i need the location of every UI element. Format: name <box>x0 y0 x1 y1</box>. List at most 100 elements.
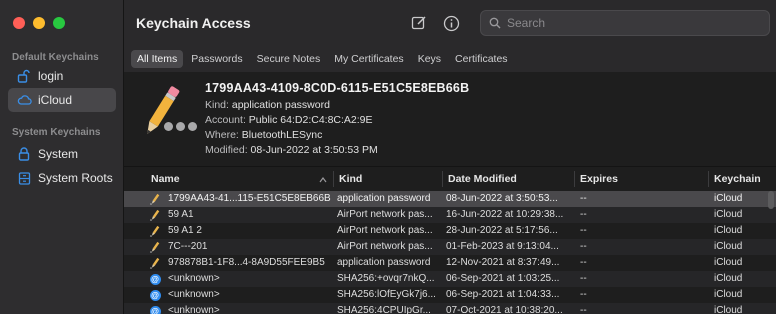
tab-all-items[interactable]: All Items <box>131 50 184 68</box>
vertical-scrollbar[interactable] <box>768 191 774 209</box>
cell-name: 7C---201 <box>168 241 208 252</box>
sidebar-item-login[interactable]: login <box>8 64 116 88</box>
cell-keychain: iCloud <box>714 257 743 268</box>
cell-date-modified: 01-Feb-2023 at 9:13:04... <box>446 241 559 252</box>
sidebar: Default Keychains login iCloud System Ke… <box>0 0 124 314</box>
key-icon <box>149 209 161 221</box>
key-icon <box>149 193 161 205</box>
table-row[interactable]: @ <unknown> SHA256:4CPUIpGr... 07-Oct-2021 … <box>124 303 776 314</box>
cell-kind: SHA256:4CPUIpGr... <box>337 305 431 314</box>
cell-kind: SHA256:lOfEyGk7j6... <box>337 289 436 300</box>
cell-kind: AirPort network pas... <box>337 241 433 252</box>
key-icon <box>149 257 161 269</box>
minimize-button[interactable] <box>33 17 45 29</box>
item-account: Account: Public 64:D2:C4:8C:A2:9E <box>205 114 373 126</box>
cell-date-modified: 28-Jun-2022 at 5:17:56... <box>446 225 558 236</box>
items-table: 1799AA43-41...115-E51C5E8EB66B applicatio… <box>124 191 776 314</box>
tab-certificates[interactable]: Certificates <box>449 50 514 68</box>
cabinet-icon <box>16 170 32 186</box>
item-kind: Kind: application password <box>205 99 330 111</box>
sidebar-item-system-roots[interactable]: System Roots <box>8 166 116 190</box>
item-detail-pane: 1799AA43-4109-8C0D-6115-E51C5E8EB66B Kin… <box>124 72 776 164</box>
cell-expires: -- <box>580 193 587 204</box>
table-row[interactable]: 978878B1-1F8...4-8A9D55FEE9B5 application… <box>124 255 776 271</box>
key-icon <box>149 225 161 237</box>
cell-expires: -- <box>580 305 587 314</box>
sidebar-item-label: iCloud <box>38 93 73 107</box>
cell-expires: -- <box>580 225 587 236</box>
table-row[interactable]: @ <unknown> SHA256:lOfEyGk7j6... 06-Sep-202… <box>124 287 776 303</box>
cell-expires: -- <box>580 257 587 268</box>
cell-name: 59 A1 <box>168 209 194 220</box>
cell-keychain: iCloud <box>714 225 743 236</box>
cell-keychain: iCloud <box>714 305 743 314</box>
column-expires[interactable]: Expires <box>580 173 618 185</box>
table-row[interactable]: 59 A1 AirPort network pas... 16-Jun-2022 a… <box>124 207 776 223</box>
cloud-icon <box>16 92 32 108</box>
key-icon <box>149 241 161 253</box>
tab-passwords[interactable]: Passwords <box>185 50 248 68</box>
sidebar-item-label: System <box>38 147 79 161</box>
table-row[interactable]: 1799AA43-41...115-E51C5E8EB66B applicatio… <box>124 191 776 207</box>
close-button[interactable] <box>13 17 25 29</box>
category-tabs: All Items Passwords Secure Notes My Cert… <box>124 46 776 73</box>
cell-date-modified: 06-Sep-2021 at 1:04:33... <box>446 289 560 300</box>
tab-my-certificates[interactable]: My Certificates <box>328 50 409 68</box>
sidebar-item-label: System Roots <box>38 171 113 185</box>
search-icon <box>489 17 501 29</box>
cell-keychain: iCloud <box>714 241 743 252</box>
sidebar-item-icloud[interactable]: iCloud <box>8 88 116 112</box>
more-indicator <box>164 122 197 131</box>
at-sign-icon: @ <box>149 273 161 285</box>
toolbar: Keychain Access <box>124 0 776 46</box>
tab-keys[interactable]: Keys <box>412 50 447 68</box>
cell-kind: AirPort network pas... <box>337 209 433 220</box>
cell-expires: -- <box>580 273 587 284</box>
cell-kind: application password <box>337 257 431 268</box>
cell-keychain: iCloud <box>714 289 743 300</box>
info-icon[interactable] <box>442 14 460 32</box>
sidebar-item-label: login <box>38 69 64 83</box>
cell-name: <unknown> <box>168 305 220 314</box>
pencil-icon <box>136 82 196 144</box>
cell-date-modified: 06-Sep-2021 at 1:03:25... <box>446 273 560 284</box>
cell-date-modified: 16-Jun-2022 at 10:29:38... <box>446 209 564 220</box>
search-field[interactable] <box>480 10 770 36</box>
compose-icon[interactable] <box>410 14 428 32</box>
cell-keychain: iCloud <box>714 209 743 220</box>
cell-name: 978878B1-1F8...4-8A9D55FEE9B5 <box>168 257 325 268</box>
at-sign-icon: @ <box>149 305 161 314</box>
cell-kind: AirPort network pas... <box>337 225 433 236</box>
sort-ascending-icon[interactable] <box>319 174 327 186</box>
app-title: Keychain Access <box>136 15 251 31</box>
table-row[interactable]: 7C---201 AirPort network pas... 01-Feb-202… <box>124 239 776 255</box>
cell-date-modified: 07-Oct-2021 at 10:38:20... <box>446 305 563 314</box>
keychain-window: Default Keychains login iCloud System Ke… <box>0 0 776 314</box>
item-where: Where: BluetoothLESync <box>205 129 323 141</box>
cell-keychain: iCloud <box>714 193 743 204</box>
search-input[interactable] <box>505 15 749 31</box>
column-keychain[interactable]: Keychain <box>714 173 761 185</box>
column-name[interactable]: Name <box>151 173 180 185</box>
unlocked-padlock-icon <box>16 68 32 84</box>
padlock-icon <box>16 146 32 162</box>
cell-date-modified: 12-Nov-2021 at 8:37:49... <box>446 257 560 268</box>
item-modified: Modified: 08-Jun-2022 at 3:50:53 PM <box>205 144 378 156</box>
table-row[interactable]: @ <unknown> SHA256:+ovqr7nkQ... 06-Sep-2021… <box>124 271 776 287</box>
cell-expires: -- <box>580 289 587 300</box>
item-title: 1799AA43-4109-8C0D-6115-E51C5E8EB66B <box>205 81 470 95</box>
table-row[interactable]: 59 A1 2 AirPort network pas... 28-Jun-2022… <box>124 223 776 239</box>
cell-kind: application password <box>337 193 431 204</box>
column-date-modified[interactable]: Date Modified <box>448 173 517 185</box>
cell-name: <unknown> <box>168 289 220 300</box>
column-kind[interactable]: Kind <box>339 173 362 185</box>
cell-name: 59 A1 2 <box>168 225 202 236</box>
cell-keychain: iCloud <box>714 273 743 284</box>
cell-date-modified: 08-Jun-2022 at 3:50:53... <box>446 193 558 204</box>
system-keychains-heading: System Keychains <box>12 127 101 138</box>
at-sign-icon: @ <box>149 289 161 301</box>
tab-secure-notes[interactable]: Secure Notes <box>251 50 327 68</box>
cell-name: 1799AA43-41...115-E51C5E8EB66B <box>168 193 331 204</box>
zoom-button[interactable] <box>53 17 65 29</box>
sidebar-item-system[interactable]: System <box>8 142 116 166</box>
